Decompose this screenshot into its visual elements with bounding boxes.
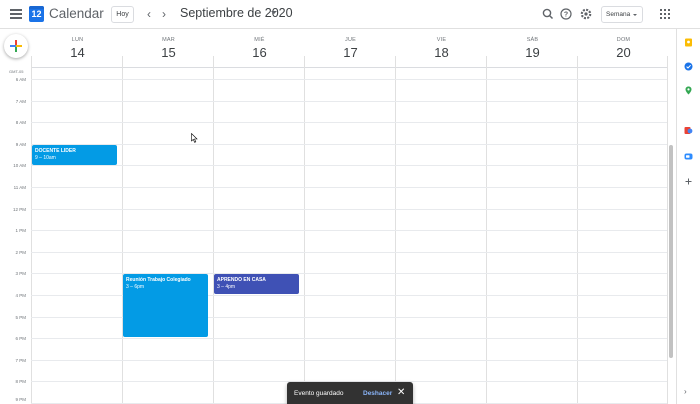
hour-label: 11 AM — [13, 185, 26, 190]
calendar-event[interactable]: Reunión Trabajo Colegiado 3 – 6pm — [123, 274, 208, 337]
hour-gridline — [31, 230, 667, 231]
hour-label: 12 PM — [12, 207, 26, 212]
view-selector-button[interactable]: Semana — [601, 6, 643, 23]
hour-label: 7 PM — [15, 358, 26, 363]
day-name: JUE — [345, 37, 356, 43]
help-icon[interactable]: ? — [559, 7, 573, 21]
hour-gridline — [31, 144, 667, 145]
hour-label: 8 PM — [15, 379, 26, 384]
day-number[interactable]: 16 — [214, 45, 305, 60]
hour-gridline — [31, 360, 667, 361]
undo-button[interactable]: Deshacer — [363, 390, 392, 397]
chevron-right-icon[interactable]: › — [684, 387, 687, 396]
event-title: APRENDO EN CASA — [217, 277, 266, 283]
day-number[interactable]: 19 — [487, 45, 578, 60]
view-caret-icon — [633, 14, 637, 16]
day-number[interactable]: 20 — [578, 45, 669, 60]
calendar-logo-icon[interactable]: 12 — [29, 6, 44, 22]
day-number[interactable]: 18 — [396, 45, 487, 60]
event-time: 3 – 4pm — [217, 284, 236, 290]
day-header[interactable]: SÁB 19 — [487, 31, 578, 67]
day-header[interactable]: MIÉ 16 — [214, 31, 305, 67]
day-name: MAR — [162, 37, 175, 43]
zoom-icon[interactable] — [684, 152, 693, 161]
apps-grid-icon[interactable] — [658, 7, 672, 21]
hour-label: 1 PM — [15, 228, 26, 233]
add-icon[interactable] — [684, 177, 693, 186]
event-title: Reunión Trabajo Colegiado — [126, 277, 191, 283]
hour-label: 2 PM — [15, 250, 26, 255]
day-name: LUN — [71, 37, 84, 43]
day-header[interactable]: MAR 15 — [123, 31, 214, 67]
contacts-icon[interactable] — [684, 126, 693, 135]
close-icon[interactable]: ✕ — [397, 388, 405, 398]
day-number[interactable]: 14 — [32, 45, 123, 60]
hour-gridline — [31, 122, 667, 123]
hour-gridline — [31, 165, 667, 166]
day-name: MIÉ — [254, 37, 265, 43]
grid-header-divider — [31, 67, 667, 68]
hour-gridline — [31, 101, 667, 102]
day-header[interactable]: DOM 20 — [578, 31, 669, 67]
maps-icon[interactable] — [684, 86, 693, 95]
today-button[interactable]: Hoy — [111, 6, 134, 23]
day-name: VIE — [436, 37, 447, 43]
create-event-button[interactable] — [4, 34, 28, 58]
top-bar: 12 Calendar Hoy ‹ › Septiembre de 2020 ?… — [0, 0, 700, 29]
hour-label: 6 AM — [15, 77, 26, 82]
snackbar-message: Evento guardado — [294, 390, 344, 397]
chevron-right-icon[interactable]: › — [158, 6, 170, 22]
view-selector-label: Semana — [606, 11, 631, 18]
day-header[interactable]: JUE 17 — [305, 31, 396, 67]
hour-label: 7 AM — [15, 99, 26, 104]
svg-text:?: ? — [564, 11, 568, 18]
timezone-label: GMT-05 — [9, 69, 24, 74]
calendar-event[interactable]: DOCENTE LIDER 9 – 10am — [32, 145, 117, 165]
hour-gridline — [31, 252, 667, 253]
app-title: Calendar — [49, 6, 104, 21]
main-menu-icon[interactable] — [10, 9, 22, 19]
keep-icon[interactable] — [684, 38, 693, 47]
day-header[interactable]: VIE 18 — [396, 31, 487, 67]
search-icon[interactable] — [541, 7, 555, 21]
hour-label: 10 AM — [13, 163, 26, 168]
hour-label: 9 PM — [15, 397, 26, 402]
plus-icon — [10, 40, 22, 52]
hour-gridline — [31, 338, 667, 339]
hour-label: 6 PM — [15, 336, 26, 341]
day-number[interactable]: 15 — [123, 45, 214, 60]
mouse-cursor-icon — [191, 133, 198, 143]
hour-label: 4 PM — [15, 293, 26, 298]
hour-gridline — [31, 79, 667, 80]
snackbar: Evento guardado Deshacer ✕ — [287, 382, 413, 404]
event-title: DOCENTE LIDER — [35, 148, 76, 154]
day-number[interactable]: 17 — [305, 45, 396, 60]
day-name: DOM — [616, 37, 631, 43]
chevron-left-icon[interactable]: ‹ — [143, 6, 155, 22]
hour-gridline — [31, 187, 667, 188]
month-caret-icon[interactable] — [271, 11, 277, 14]
hour-label: 3 PM — [15, 271, 26, 276]
gear-icon[interactable] — [579, 7, 593, 21]
logo-day: 12 — [31, 9, 42, 19]
event-time: 3 – 6pm — [126, 284, 145, 290]
event-time: 9 – 10am — [35, 155, 56, 161]
day-header[interactable]: LUN 14 — [32, 31, 123, 67]
hour-gridline — [31, 209, 667, 210]
hour-label: 5 PM — [15, 315, 26, 320]
day-name: SÁB — [526, 37, 539, 43]
hour-label: 8 AM — [15, 120, 26, 125]
hour-label: 9 AM — [15, 142, 26, 147]
tasks-icon[interactable] — [684, 62, 693, 71]
calendar-event[interactable]: APRENDO EN CASA 3 – 4pm — [214, 274, 299, 294]
scrollbar-thumb[interactable] — [669, 145, 673, 358]
